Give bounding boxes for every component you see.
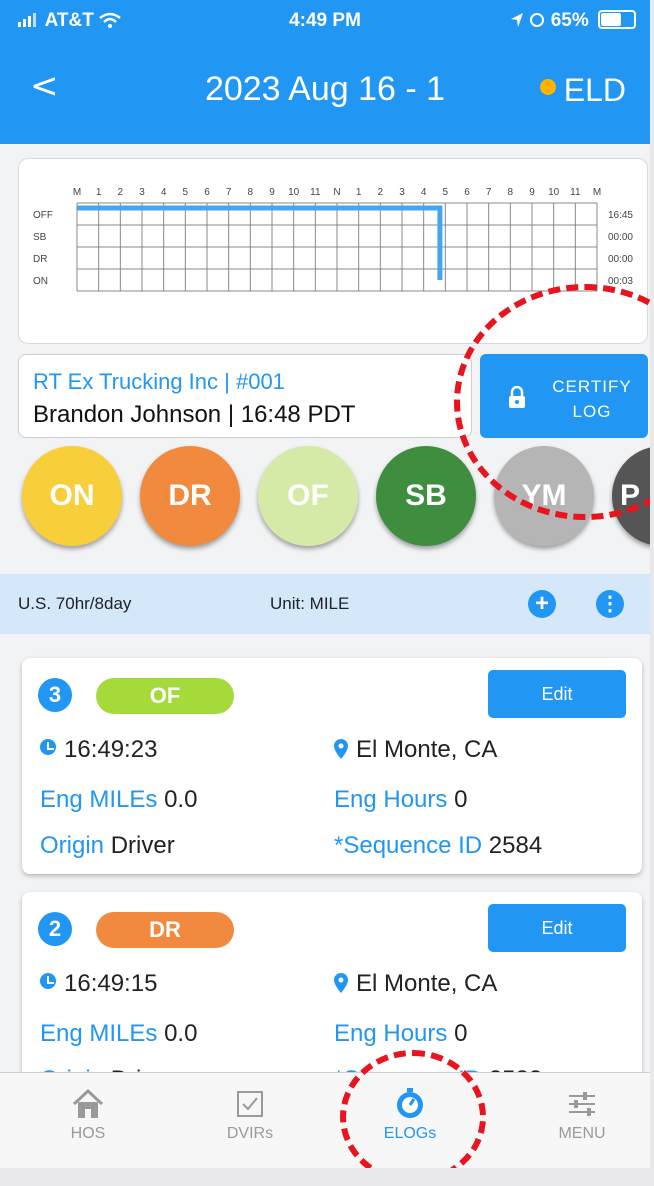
duty-row-label: SB [33,232,47,243]
hour-label: N [333,187,340,198]
status-ym-button[interactable]: YM [494,446,594,546]
driver-name: Brandon Johnson | 16:48 PDT [33,401,356,428]
event-location: El Monte, CA [334,736,497,764]
driver-info-card: RT Ex Trucking Inc | #001 Brandon Johnso… [18,354,472,438]
event-status-badge: OF [96,678,234,714]
hour-label: 10 [288,187,300,198]
location-pin-icon [334,739,348,759]
eng-miles: Eng MILEs 0.0 [40,786,198,813]
eng-hours: Eng Hours 0 [334,786,468,813]
status-of-button[interactable]: OF [258,446,358,546]
hour-label: 2 [378,187,384,198]
dial-icon [397,1088,423,1118]
location-arrow-icon [511,13,524,27]
add-event-button[interactable]: + [528,590,556,618]
event-time: 16:49:23 [40,736,157,764]
home-icon [72,1088,104,1118]
eld-status[interactable]: ELD [539,72,626,109]
status-on-button[interactable]: ON [22,446,122,546]
status-bar: AT&T 4:49 PM 65% [0,0,650,36]
log-event-card: 3 OF Edit 16:49:23 El Monte, CA Eng MILE… [22,658,642,874]
hour-label: 6 [204,187,210,198]
location-pin-icon [334,973,348,993]
nav-menu-label: MENU [558,1125,606,1142]
hour-label: 6 [464,187,470,198]
duty-row-total: 00:00 [608,232,633,243]
distance-unit: Unit: MILE [270,594,350,613]
certify-log-button[interactable]: CERTIFY LOG [480,354,648,438]
sliders-icon [569,1092,595,1116]
rule-set: U.S. 70hr/8day [18,594,132,613]
event-number: 3 [38,678,72,712]
nav-dvirs-label: DVIRs [226,1125,274,1142]
hour-label: 5 [443,187,449,198]
hour-label: 1 [96,187,102,198]
eng-miles: Eng MILEs 0.0 [40,1020,198,1047]
clock-icon [40,739,56,755]
hour-label: 9 [269,187,275,198]
hour-label: 7 [226,187,232,198]
origin: Origin Driver [40,832,175,859]
nav-menu[interactable]: MENU [522,1087,642,1143]
alarm-icon [530,13,545,27]
status-sb-button[interactable]: SB [376,446,476,546]
battery-percent: 65% [550,10,589,31]
duty-row-total: 00:00 [608,254,633,265]
hour-label: 11 [570,187,581,198]
duty-status-graph: M 1 2 3 4 5 6 7 8 9 10 11 N 1 2 3 4 5 6 7 8 9 10 11 M OFF 16:45 SB 0… [33,187,633,292]
hour-label: 3 [399,187,405,198]
duty-row-label: DR [33,254,47,265]
hour-label: 5 [183,187,189,198]
duty-row-label: ON [33,276,48,287]
status-p-button[interactable]: P [612,446,650,546]
hour-label: M [73,187,81,198]
rule-bar: U.S. 70hr/8day Unit: MILE + ⋮ [0,574,650,634]
eld-label: ELD [563,72,626,108]
duty-row-total: 00:03 [608,276,633,287]
hour-label: 4 [161,187,167,198]
nav-elogs-label: ELOGs [383,1125,437,1142]
battery: 65% [510,10,636,32]
more-options-button[interactable]: ⋮ [596,590,624,618]
eld-status-dot [539,79,556,95]
event-number: 2 [38,912,72,946]
phone-screen: AT&T 4:49 PM 65% < 2023 Aug 16 - 1 ELD M… [0,0,650,1168]
event-location: El Monte, CA [334,970,497,998]
hour-label: 4 [421,187,427,198]
hour-label: 8 [508,187,514,198]
hour-label: 7 [486,187,492,198]
nav-hos-label: HOS [70,1125,106,1142]
duty-row-label: OFF [33,210,53,221]
hour-label: 11 [310,187,321,198]
sequence-id: *Sequence ID 2584 [334,832,543,859]
event-status-badge: DR [96,912,234,948]
hour-label: M [593,187,601,198]
hour-label: 2 [118,187,124,198]
battery-icon [598,10,636,29]
duty-graph-card: M 1 2 3 4 5 6 7 8 9 10 11 N 1 2 3 4 5 6 7 8 9 10 11 M OFF 16:45 SB 0… [18,158,648,344]
hour-label: 9 [529,187,535,198]
checkbox-icon [237,1091,263,1117]
eng-hours: Eng Hours 0 [334,1020,468,1047]
edit-button[interactable]: Edit [488,904,626,952]
status-dr-button[interactable]: DR [140,446,240,546]
nav-dvirs[interactable]: DVIRs [190,1087,310,1143]
company-name: RT Ex Trucking Inc | #001 [33,369,285,394]
event-time: 16:49:15 [40,970,157,998]
certify-log-label: CERTIFY LOG [552,377,632,421]
hour-label: 8 [248,187,254,198]
duty-row-total: 16:45 [608,210,633,221]
bottom-nav: HOS DVIRs ELOGs MENU [0,1072,650,1168]
edit-button[interactable]: Edit [488,670,626,718]
hour-label: 3 [139,187,145,198]
header: < 2023 Aug 16 - 1 ELD [0,36,650,144]
nav-elogs[interactable]: ELOGs [350,1087,470,1143]
lock-icon [509,386,525,408]
clock-icon [40,973,56,989]
hour-label: 10 [548,187,560,198]
nav-hos[interactable]: HOS [28,1087,148,1143]
hour-label: 1 [356,187,362,198]
